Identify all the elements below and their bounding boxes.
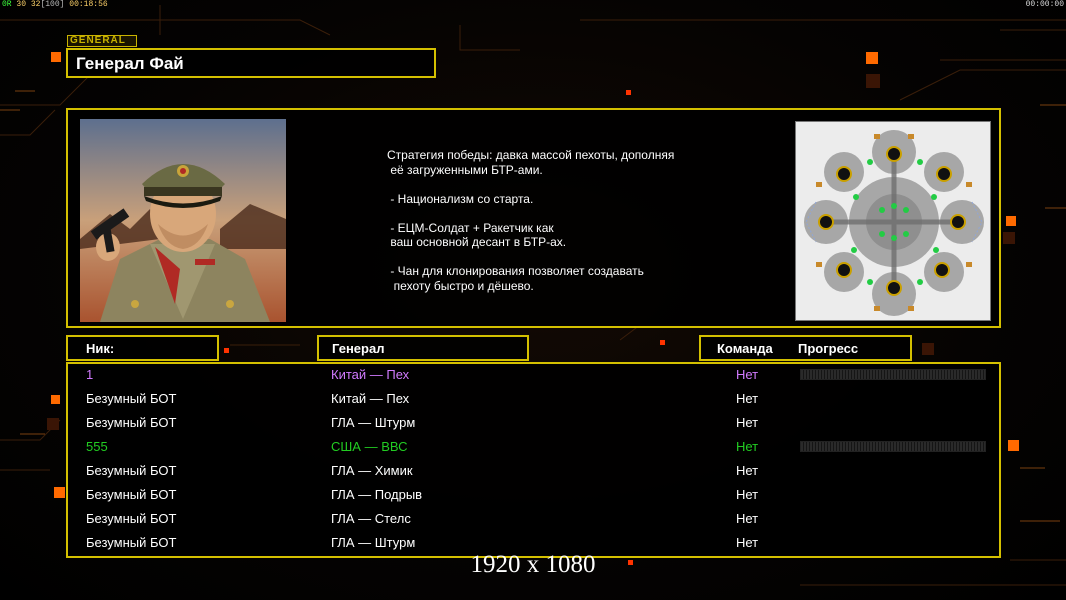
player-team[interactable]: Нет	[736, 415, 758, 430]
player-nick: Безумный БОТ	[86, 391, 177, 406]
player-nick: Безумный БОТ	[86, 535, 177, 550]
header-team-progress: Команда Прогресс	[699, 335, 912, 361]
header-general-label: Генерал	[332, 341, 385, 356]
player-team[interactable]: Нет	[736, 511, 758, 526]
player-row[interactable]: 1 Китай — Пех Нет	[68, 364, 999, 388]
player-row[interactable]: Безумный БОТ ГЛА — Стелс Нет	[68, 508, 999, 532]
title-box: Генерал Фай	[66, 48, 436, 78]
map-preview-icon	[795, 121, 991, 321]
player-team[interactable]: Нет	[736, 439, 758, 454]
player-row[interactable]: Безумный БОТ Китай — Пех Нет	[68, 388, 999, 412]
player-nick: Безумный БОТ	[86, 487, 177, 502]
player-team[interactable]: Нет	[736, 391, 758, 406]
status-bracket: [100]	[40, 0, 65, 9]
header-progress-label: Прогресс	[798, 341, 859, 356]
resolution-label: 1920 x 1080	[470, 551, 596, 578]
strategy-description: Стратегия победы: давка массой пехоты, д…	[387, 148, 675, 293]
player-row[interactable]: Безумный БОТ ГЛА — Штурм Нет	[68, 412, 999, 436]
general-portrait-image	[80, 119, 286, 322]
player-team[interactable]: Нет	[736, 535, 758, 550]
player-row[interactable]: 555 США — ВВС Нет	[68, 436, 999, 460]
general-name-title: Генерал Фай	[76, 54, 184, 73]
status-ok: 0R	[2, 0, 12, 9]
player-general[interactable]: ГЛА — Стелс	[331, 511, 411, 526]
status-time-left: 00:18:56	[69, 0, 108, 9]
player-general[interactable]: Китай — Пех	[331, 367, 409, 382]
player-list: 1 Китай — Пех Нет Безумный БОТ Китай — П…	[66, 362, 1001, 558]
player-general[interactable]: ГЛА — Подрыв	[331, 487, 422, 502]
player-nick: 555	[86, 439, 108, 454]
header-team-label: Команда	[717, 341, 773, 356]
player-nick: Безумный БОТ	[86, 415, 177, 430]
player-general[interactable]: ГЛА — Химик	[331, 463, 413, 478]
player-general[interactable]: ГЛА — Штурм	[331, 415, 415, 430]
player-general[interactable]: ГЛА — Штурм	[331, 535, 415, 550]
player-nick: 1	[86, 367, 94, 382]
player-general[interactable]: Китай — Пех	[331, 391, 409, 406]
player-nick: Безумный БОТ	[86, 511, 177, 526]
player-team[interactable]: Нет	[736, 487, 758, 502]
status-bar-left: 0R 30 32[100] 00:18:56	[2, 0, 108, 9]
player-nick: Безумный БОТ	[86, 463, 177, 478]
player-progress-bar	[800, 441, 986, 452]
general-tag: GENERAL	[67, 35, 137, 47]
general-info-panel: Стратегия победы: давка массой пехоты, д…	[66, 108, 1001, 328]
status-time-right: 00:00:00	[1025, 0, 1064, 9]
header-general: Генерал	[317, 335, 529, 361]
header-nick-label: Ник:	[86, 341, 115, 356]
player-row[interactable]: Безумный БОТ ГЛА — Химик Нет	[68, 460, 999, 484]
player-team[interactable]: Нет	[736, 367, 758, 382]
player-row[interactable]: Безумный БОТ ГЛА — Подрыв Нет	[68, 484, 999, 508]
player-general[interactable]: США — ВВС	[331, 439, 408, 454]
player-team[interactable]: Нет	[736, 463, 758, 478]
header-nick: Ник:	[66, 335, 219, 361]
status-fps: 30 32	[16, 0, 41, 9]
player-progress-bar	[800, 369, 986, 380]
